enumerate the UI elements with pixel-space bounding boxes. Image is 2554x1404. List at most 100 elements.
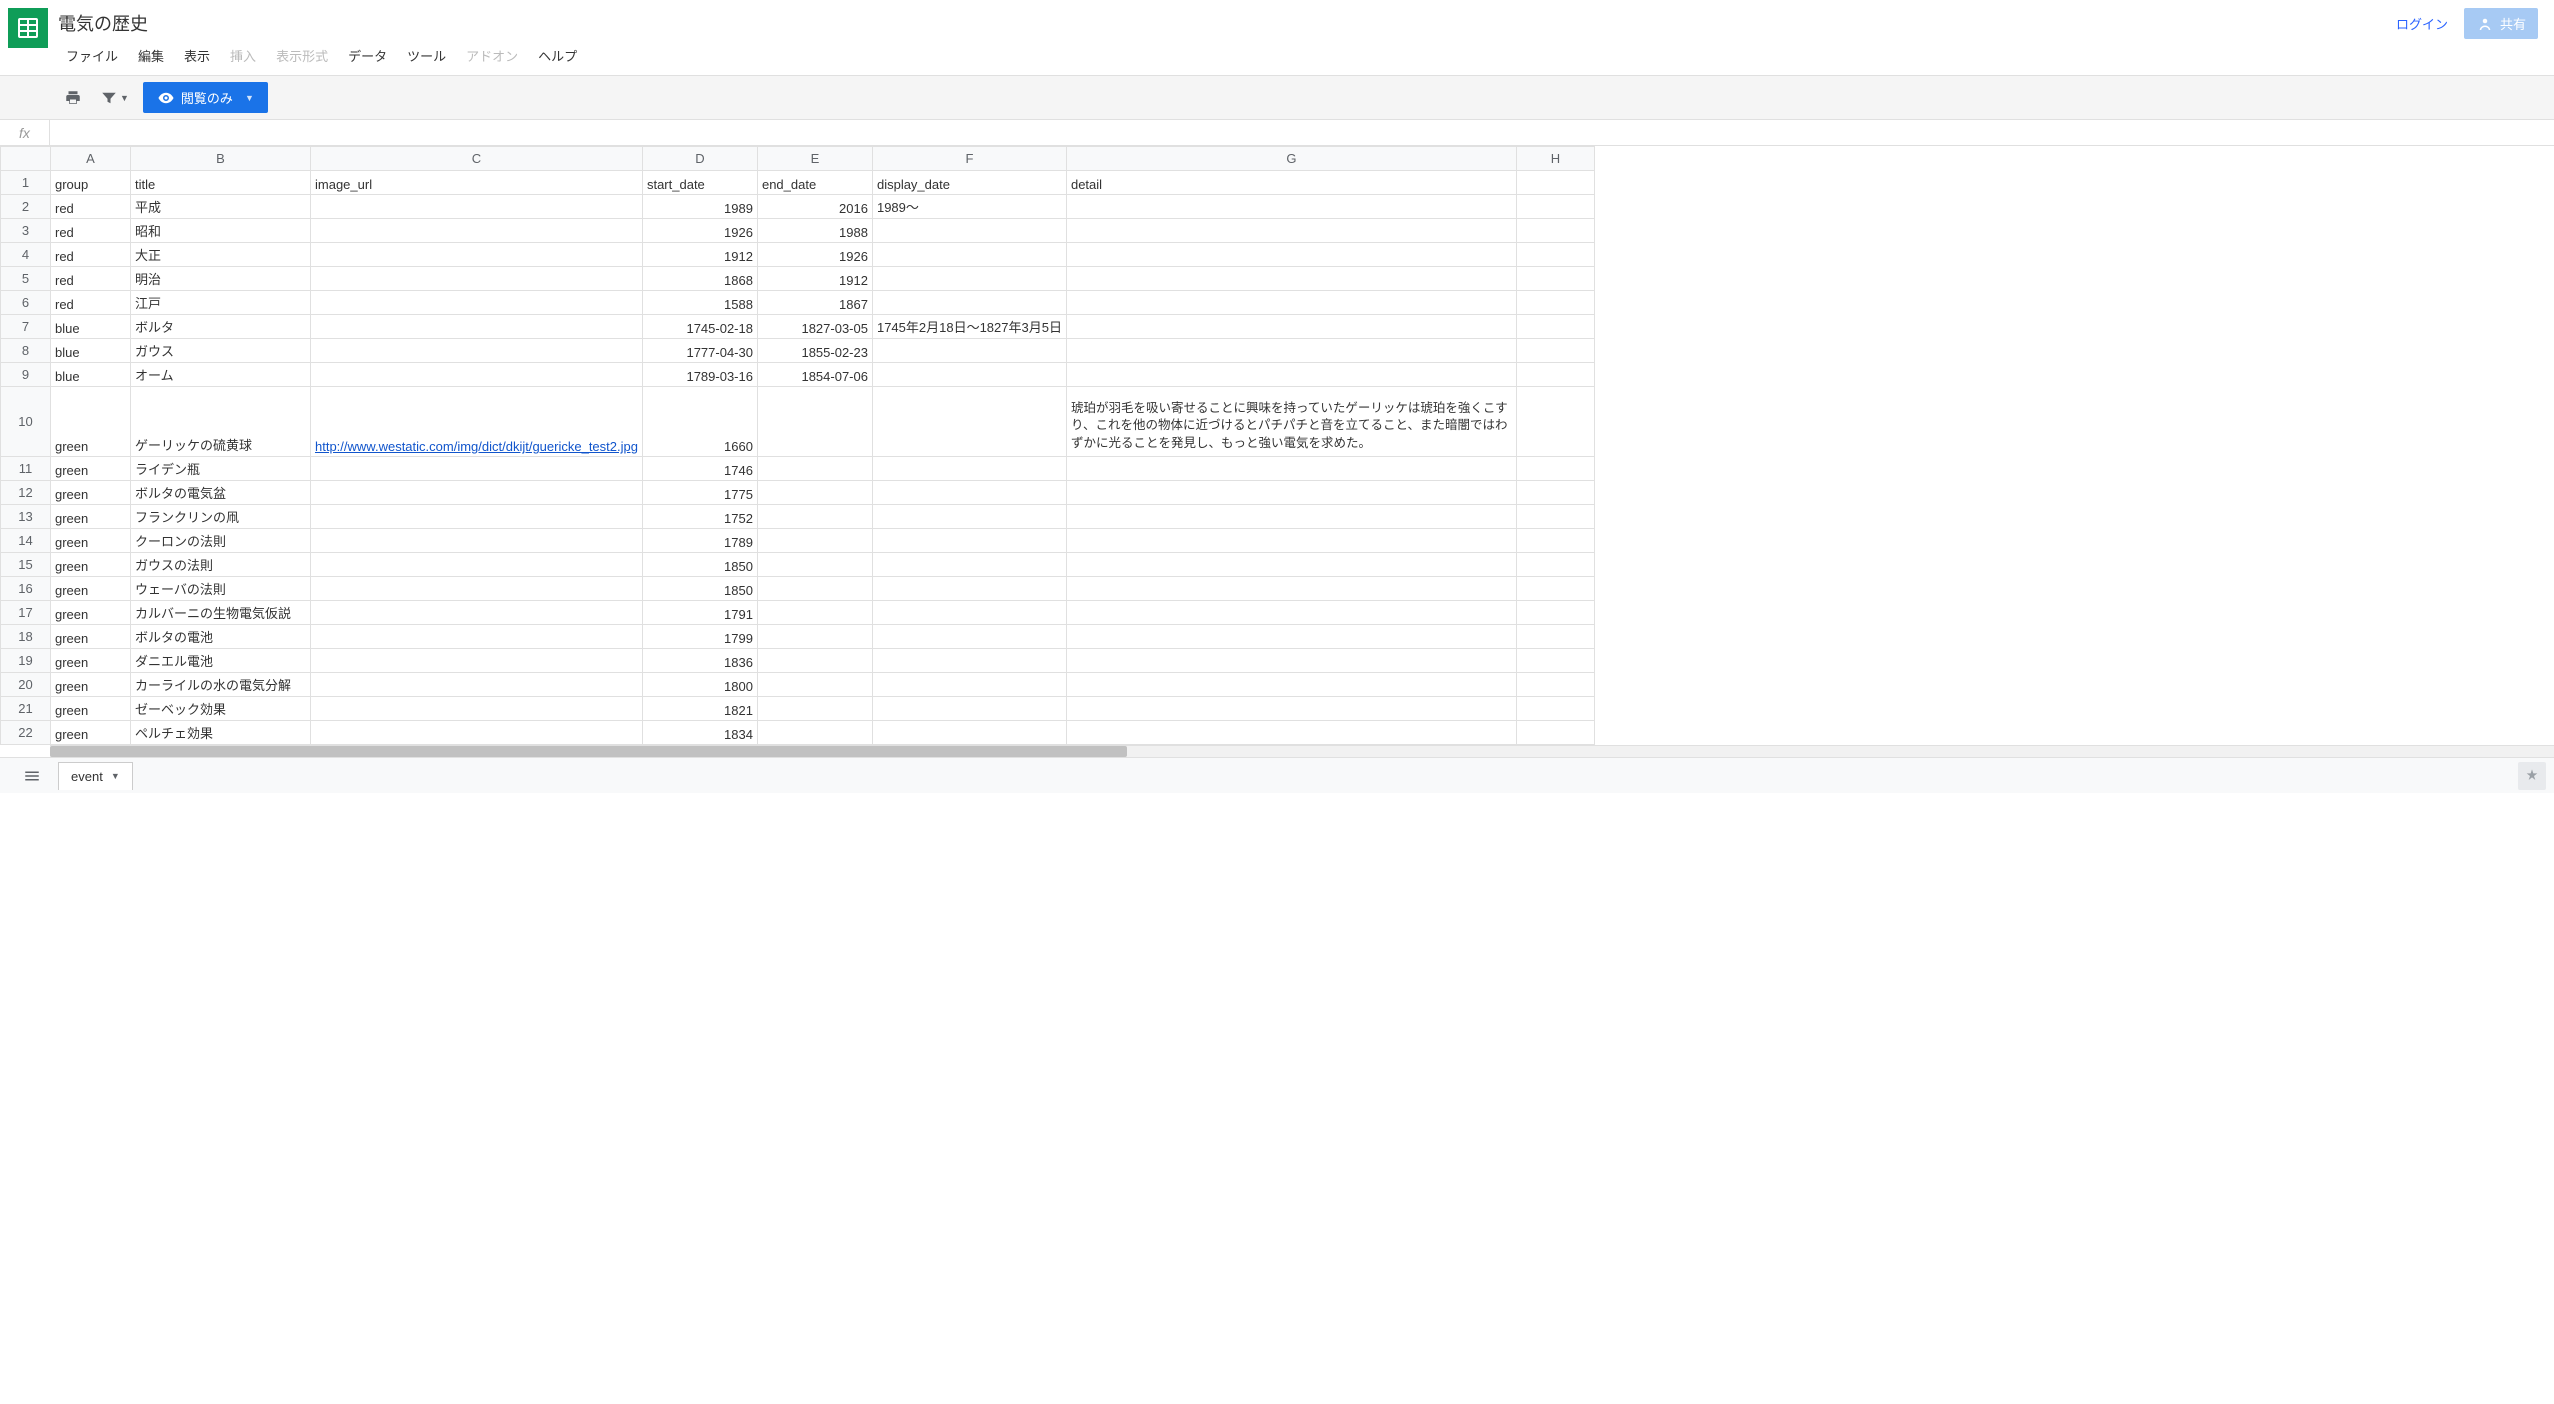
cell-B7[interactable]: ボルタ xyxy=(131,315,311,339)
cell-C14[interactable] xyxy=(311,529,643,553)
cell-H10[interactable] xyxy=(1516,387,1594,457)
cell-B12[interactable]: ボルタの電気盆 xyxy=(131,481,311,505)
cell-G6[interactable] xyxy=(1066,291,1516,315)
cell-H19[interactable] xyxy=(1516,649,1594,673)
cell-E14[interactable] xyxy=(757,529,872,553)
cell-E2[interactable]: 2016 xyxy=(757,195,872,219)
cell-C8[interactable] xyxy=(311,339,643,363)
cell-E20[interactable] xyxy=(757,673,872,697)
spreadsheet-grid[interactable]: ABCDEFGH1grouptitleimage_urlstart_dateen… xyxy=(0,146,2554,745)
row-header-18[interactable]: 18 xyxy=(1,625,51,649)
row-header-9[interactable]: 9 xyxy=(1,363,51,387)
cell-C19[interactable] xyxy=(311,649,643,673)
cell-E1[interactable]: end_date xyxy=(757,171,872,195)
cell-D13[interactable]: 1752 xyxy=(642,505,757,529)
cell-F22[interactable] xyxy=(872,721,1066,745)
cell-A3[interactable]: red xyxy=(51,219,131,243)
cell-H2[interactable] xyxy=(1516,195,1594,219)
cell-D11[interactable]: 1746 xyxy=(642,457,757,481)
cell-E9[interactable]: 1854-07-06 xyxy=(757,363,872,387)
cell-C1[interactable]: image_url xyxy=(311,171,643,195)
sheet-tab-event[interactable]: event ▼ xyxy=(58,762,133,790)
cell-F10[interactable] xyxy=(872,387,1066,457)
cell-F21[interactable] xyxy=(872,697,1066,721)
cell-C5[interactable] xyxy=(311,267,643,291)
cell-C20[interactable] xyxy=(311,673,643,697)
cell-A14[interactable]: green xyxy=(51,529,131,553)
cell-H9[interactable] xyxy=(1516,363,1594,387)
cell-C16[interactable] xyxy=(311,577,643,601)
row-header-7[interactable]: 7 xyxy=(1,315,51,339)
cell-E3[interactable]: 1988 xyxy=(757,219,872,243)
cell-F15[interactable] xyxy=(872,553,1066,577)
cell-B8[interactable]: ガウス xyxy=(131,339,311,363)
cell-D9[interactable]: 1789-03-16 xyxy=(642,363,757,387)
cell-B13[interactable]: フランクリンの凧 xyxy=(131,505,311,529)
cell-D14[interactable]: 1789 xyxy=(642,529,757,553)
row-header-8[interactable]: 8 xyxy=(1,339,51,363)
select-all-cell[interactable] xyxy=(1,147,51,171)
filter-button[interactable]: ▼ xyxy=(96,85,133,111)
cell-E18[interactable] xyxy=(757,625,872,649)
cell-E7[interactable]: 1827-03-05 xyxy=(757,315,872,339)
column-header-E[interactable]: E xyxy=(757,147,872,171)
cell-D1[interactable]: start_date xyxy=(642,171,757,195)
cell-E17[interactable] xyxy=(757,601,872,625)
cell-G3[interactable] xyxy=(1066,219,1516,243)
cell-D5[interactable]: 1868 xyxy=(642,267,757,291)
cell-F20[interactable] xyxy=(872,673,1066,697)
cell-C15[interactable] xyxy=(311,553,643,577)
cell-B16[interactable]: ウェーバの法則 xyxy=(131,577,311,601)
cell-A11[interactable]: green xyxy=(51,457,131,481)
cell-A21[interactable]: green xyxy=(51,697,131,721)
cell-F2[interactable]: 1989〜 xyxy=(872,195,1066,219)
cell-F18[interactable] xyxy=(872,625,1066,649)
cell-H18[interactable] xyxy=(1516,625,1594,649)
cell-D8[interactable]: 1777-04-30 xyxy=(642,339,757,363)
cell-B15[interactable]: ガウスの法則 xyxy=(131,553,311,577)
cell-A9[interactable]: blue xyxy=(51,363,131,387)
menu-ツール[interactable]: ツール xyxy=(399,42,454,69)
cell-F16[interactable] xyxy=(872,577,1066,601)
cell-G11[interactable] xyxy=(1066,457,1516,481)
column-header-B[interactable]: B xyxy=(131,147,311,171)
row-header-3[interactable]: 3 xyxy=(1,219,51,243)
cell-H11[interactable] xyxy=(1516,457,1594,481)
cell-F12[interactable] xyxy=(872,481,1066,505)
cell-F11[interactable] xyxy=(872,457,1066,481)
cell-G4[interactable] xyxy=(1066,243,1516,267)
cell-A15[interactable]: green xyxy=(51,553,131,577)
column-header-H[interactable]: H xyxy=(1516,147,1594,171)
cell-H20[interactable] xyxy=(1516,673,1594,697)
row-header-22[interactable]: 22 xyxy=(1,721,51,745)
cell-B17[interactable]: カルバーニの生物電気仮説 xyxy=(131,601,311,625)
cell-H3[interactable] xyxy=(1516,219,1594,243)
cell-G17[interactable] xyxy=(1066,601,1516,625)
cell-B5[interactable]: 明治 xyxy=(131,267,311,291)
cell-E12[interactable] xyxy=(757,481,872,505)
cell-G16[interactable] xyxy=(1066,577,1516,601)
row-header-11[interactable]: 11 xyxy=(1,457,51,481)
document-title[interactable]: 電気の歴史 xyxy=(58,8,2396,42)
print-button[interactable] xyxy=(60,85,86,111)
formula-input[interactable] xyxy=(50,120,2554,145)
column-header-F[interactable]: F xyxy=(872,147,1066,171)
row-header-20[interactable]: 20 xyxy=(1,673,51,697)
cell-F8[interactable] xyxy=(872,339,1066,363)
cell-D3[interactable]: 1926 xyxy=(642,219,757,243)
cell-C7[interactable] xyxy=(311,315,643,339)
all-sheets-button[interactable] xyxy=(12,758,52,793)
cell-C3[interactable] xyxy=(311,219,643,243)
cell-D20[interactable]: 1800 xyxy=(642,673,757,697)
cell-F5[interactable] xyxy=(872,267,1066,291)
cell-H8[interactable] xyxy=(1516,339,1594,363)
cell-E16[interactable] xyxy=(757,577,872,601)
cell-D2[interactable]: 1989 xyxy=(642,195,757,219)
cell-A12[interactable]: green xyxy=(51,481,131,505)
view-only-button[interactable]: 閲覧のみ ▼ xyxy=(143,82,268,113)
cell-E8[interactable]: 1855-02-23 xyxy=(757,339,872,363)
cell-A2[interactable]: red xyxy=(51,195,131,219)
cell-F4[interactable] xyxy=(872,243,1066,267)
row-header-10[interactable]: 10 xyxy=(1,387,51,457)
cell-E22[interactable] xyxy=(757,721,872,745)
